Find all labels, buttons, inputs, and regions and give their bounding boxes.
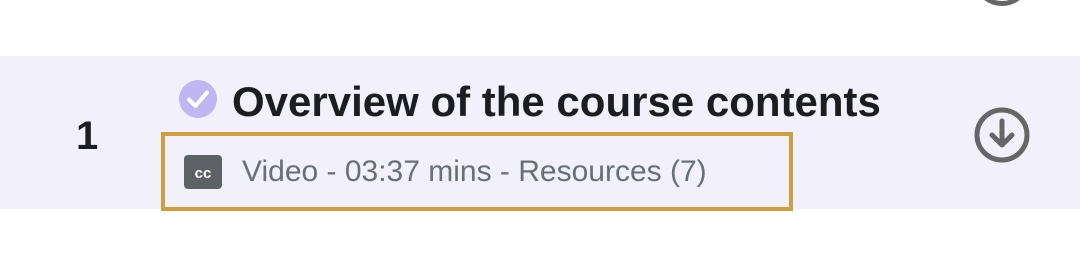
lecture-row[interactable]: 1 Overview of the course contents cc Vid… (0, 56, 1080, 211)
previous-download-icon[interactable] (973, 0, 1031, 6)
curriculum-list: 1 Overview of the course contents cc Vid… (0, 0, 1080, 270)
download-circle-icon[interactable] (973, 106, 1031, 164)
closed-captions-icon: cc (184, 155, 222, 189)
lecture-meta: cc Video - 03:37 mins - Resources (7) (161, 132, 793, 211)
lecture-title[interactable]: Overview of the course contents (232, 78, 881, 126)
check-circle-icon (179, 80, 217, 118)
lecture-number: 1 (76, 114, 99, 158)
svg-text:cc: cc (195, 165, 212, 182)
lecture-meta-text: Video - 03:37 mins - Resources (7) (242, 155, 707, 188)
